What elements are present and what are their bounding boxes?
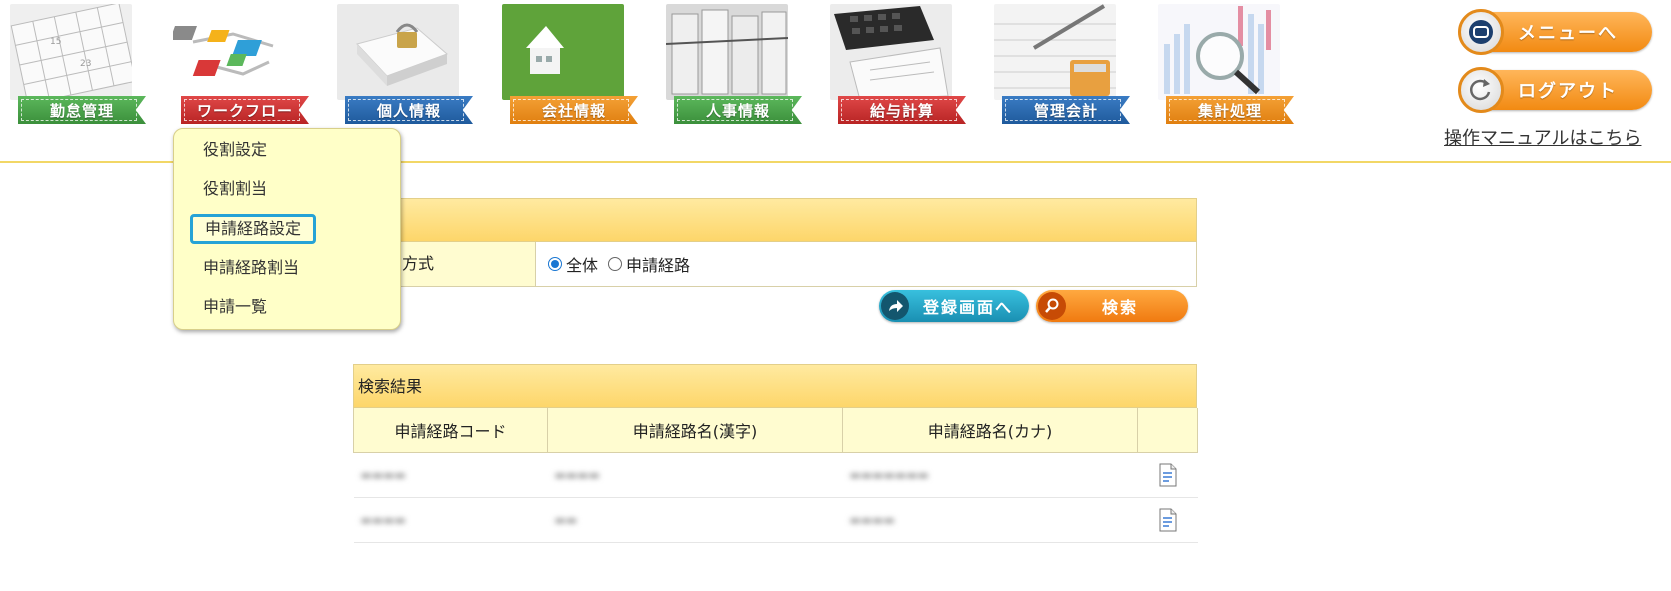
- cell-route-code: ▬▬▬▬: [353, 452, 548, 498]
- file-folders-icon: [666, 4, 788, 100]
- results-table: 申請経路コード 申請経路名(漢字) 申請経路名(カナ) ▬▬▬▬ ▬▬▬▬ ▬▬…: [353, 408, 1198, 543]
- house-on-grass-icon: [502, 4, 624, 100]
- radio-all[interactable]: [548, 257, 562, 271]
- menu-item-application-list[interactable]: 申請一覧: [203, 292, 267, 322]
- results-title: 検索結果: [353, 364, 1197, 408]
- nav-payroll-ribbon: 給与計算: [838, 96, 966, 124]
- cell-route-name-kana: ▬▬▬▬: [842, 497, 1138, 543]
- nav-personal-info-ribbon: 個人情報: [345, 96, 473, 124]
- menu-item-role-assignment[interactable]: 役割割当: [203, 174, 267, 204]
- svg-text:23: 23: [80, 59, 91, 69]
- redacted-value: ▬▬▬▬: [360, 468, 406, 482]
- calculator-payslip-icon: [830, 4, 952, 100]
- search-method-label: 方式: [402, 254, 435, 273]
- document-icon[interactable]: [1139, 463, 1197, 487]
- col-route-name-kana[interactable]: 申請経路名(カナ): [842, 408, 1138, 453]
- nav-payroll[interactable]: 給与計算: [820, 4, 968, 130]
- search-panel: 方式 全体 申請経路: [353, 198, 1197, 287]
- col-route-name-kanji[interactable]: 申請経路名(漢字): [547, 408, 843, 453]
- search-button[interactable]: 検索: [1036, 290, 1188, 322]
- radio-route-label[interactable]: 申請経路: [626, 252, 690, 276]
- menu-button[interactable]: メニューへ: [1458, 9, 1652, 55]
- svg-text:15: 15: [50, 37, 61, 47]
- redacted-value: ▬▬▬▬: [360, 513, 406, 527]
- search-button-label: 検索: [1102, 298, 1139, 317]
- col-route-code[interactable]: 申請経路コード: [353, 408, 548, 453]
- workflow-blocks-icon: [173, 4, 295, 100]
- logout-refresh-icon: [1458, 67, 1504, 113]
- search-method-options: 全体 申請経路: [536, 242, 1196, 286]
- logout-button-label: ログアウト: [1518, 81, 1618, 102]
- table-row[interactable]: ▬▬▬▬ ▬▬▬▬ ▬▬▬▬▬▬▬: [353, 452, 1198, 498]
- menu-button-label: メニューへ: [1518, 23, 1618, 44]
- nav-company-info-label: 会社情報: [541, 101, 606, 120]
- nav-attendance-label: 勤怠管理: [49, 101, 114, 120]
- cell-route-name-kanji: ▬▬: [547, 497, 843, 543]
- redacted-value: ▬▬▬▬: [554, 468, 600, 482]
- ledger-pen-icon: [994, 4, 1116, 100]
- register-screen-button[interactable]: 登録画面へ: [879, 290, 1029, 322]
- menu-item-route-assignment[interactable]: 申請経路割当: [203, 253, 299, 283]
- nav-workflow[interactable]: ワークフロー: [163, 4, 311, 130]
- nav-personal-info-label: 個人情報: [376, 101, 441, 120]
- search-icon: [1038, 292, 1066, 320]
- magnifier-chart-icon: [1158, 4, 1280, 100]
- workflow-dropdown-menu: 役割設定 役割割当 申請経路設定 申請経路割当 申請一覧: [173, 128, 401, 330]
- nav-aggregation-ribbon: 集計処理: [1166, 96, 1294, 124]
- calendar-icon: 15 23: [10, 4, 132, 100]
- menu-item-route-settings[interactable]: 申請経路設定: [190, 214, 317, 244]
- search-results: 検索結果 申請経路コード 申請経路名(漢字) 申請経路名(カナ) ▬▬▬▬ ▬▬…: [353, 364, 1198, 543]
- radio-all-label[interactable]: 全体: [566, 252, 598, 276]
- nav-management-accounting[interactable]: 管理会計: [984, 4, 1132, 130]
- col-actions: [1137, 408, 1198, 453]
- cell-route-code: ▬▬▬▬: [353, 497, 548, 543]
- document-icon[interactable]: [1139, 508, 1197, 532]
- search-panel-header: [353, 198, 1197, 242]
- nav-aggregation[interactable]: 集計処理: [1148, 4, 1296, 130]
- nav-hr-info-label: 人事情報: [705, 101, 770, 120]
- nav-workflow-ribbon: ワークフロー: [181, 96, 309, 124]
- cell-detail: [1137, 497, 1198, 543]
- cell-detail: [1137, 452, 1198, 498]
- redacted-value: ▬▬: [554, 513, 578, 527]
- nav-company-info[interactable]: 会社情報: [492, 4, 640, 130]
- nav-hr-info[interactable]: 人事情報: [656, 4, 804, 130]
- radio-route[interactable]: [608, 257, 623, 271]
- redacted-value: ▬▬▬▬: [849, 513, 895, 527]
- manual-link[interactable]: 操作マニュアルはこちら: [1444, 124, 1641, 150]
- arrow-right-icon: [881, 292, 909, 320]
- nav-personal-info[interactable]: 個人情報: [327, 4, 475, 130]
- nav-payroll-label: 給与計算: [869, 101, 934, 120]
- cell-route-name-kana: ▬▬▬▬▬▬▬: [842, 452, 1138, 498]
- nav-aggregation-label: 集計処理: [1197, 101, 1262, 120]
- cell-route-name-kanji: ▬▬▬▬: [547, 452, 843, 498]
- padlock-book-icon: [337, 4, 459, 100]
- nav-company-info-ribbon: 会社情報: [510, 96, 638, 124]
- nav-attendance[interactable]: 15 23 勤怠管理: [0, 4, 148, 130]
- redacted-value: ▬▬▬▬▬▬▬: [849, 468, 929, 482]
- menu-icon: [1458, 9, 1504, 55]
- search-method-row: 方式 全体 申請経路: [353, 242, 1197, 287]
- logout-button[interactable]: ログアウト: [1458, 67, 1652, 113]
- results-header-row: 申請経路コード 申請経路名(漢字) 申請経路名(カナ): [353, 408, 1198, 453]
- nav-hr-info-ribbon: 人事情報: [674, 96, 802, 124]
- nav-attendance-ribbon: 勤怠管理: [18, 96, 146, 124]
- table-row[interactable]: ▬▬▬▬ ▬▬ ▬▬▬▬: [353, 497, 1198, 543]
- menu-item-role-settings[interactable]: 役割設定: [203, 135, 267, 165]
- nav-workflow-label: ワークフロー: [196, 101, 293, 120]
- register-screen-button-label: 登録画面へ: [923, 298, 1014, 317]
- nav-management-accounting-ribbon: 管理会計: [1002, 96, 1130, 124]
- nav-management-accounting-label: 管理会計: [1033, 101, 1098, 120]
